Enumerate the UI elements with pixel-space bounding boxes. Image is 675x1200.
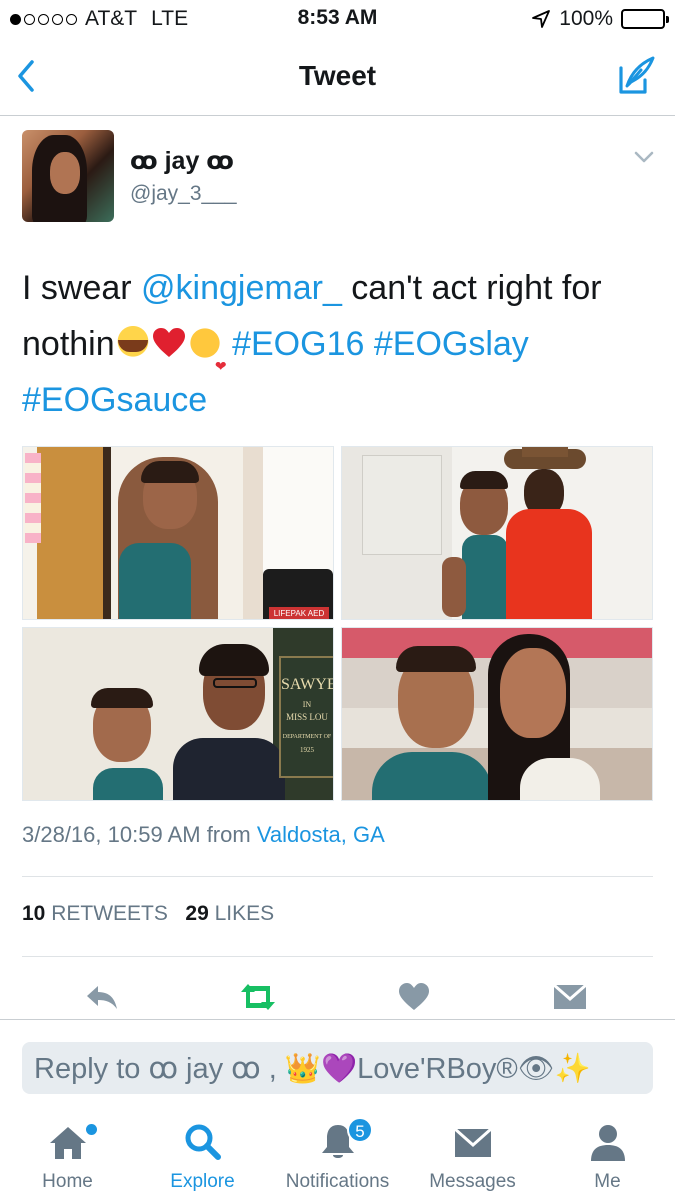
hashtag-link[interactable]: #EOGsauce xyxy=(22,381,207,419)
location-link[interactable]: Valdosta, GA xyxy=(257,822,385,847)
face-blowing-kiss-icon xyxy=(186,326,227,394)
mention-link[interactable]: @kingjemar_ xyxy=(141,269,342,307)
tab-label: Home xyxy=(42,1171,93,1192)
red-heart-icon xyxy=(152,328,185,357)
retweet-button[interactable] xyxy=(236,975,280,1019)
retweets-label: RETWEETS xyxy=(51,902,168,925)
user-handle[interactable]: @jay_3___ xyxy=(130,182,237,206)
tweet-photo-2[interactable] xyxy=(341,446,653,620)
avatar[interactable] xyxy=(22,130,114,222)
tweet-photo-3[interactable]: SAWYE IN MISS LOU DEPARTMENT OF 1925 xyxy=(22,627,334,801)
retweet-icon xyxy=(241,984,275,1010)
person-icon xyxy=(591,1125,625,1161)
tab-explore[interactable]: Explore xyxy=(135,1107,270,1200)
timestamp-text: 3/28/16, 10:59 AM from xyxy=(22,822,257,847)
reply-icon xyxy=(87,986,117,1009)
tab-notifications[interactable]: 5 Notifications xyxy=(270,1107,405,1200)
tab-messages[interactable]: Messages xyxy=(405,1107,540,1200)
plaque-line: 1925 xyxy=(300,746,314,754)
status-bar: AT&T LTE 8:53 AM 100% xyxy=(0,0,675,38)
tab-me[interactable]: Me xyxy=(540,1107,675,1200)
new-content-dot xyxy=(86,1124,97,1135)
hashtag-link[interactable]: #EOG16 xyxy=(232,325,364,363)
search-icon xyxy=(185,1124,221,1160)
retweets-count: 10 xyxy=(22,902,46,925)
location-arrow-icon xyxy=(532,10,551,28)
display-name[interactable]: ꝏ jay ꝏ xyxy=(130,146,234,176)
likes-stat[interactable]: 29 LIKES xyxy=(185,902,274,925)
likes-label: LIKES xyxy=(214,902,275,925)
status-right: 100% xyxy=(531,7,669,31)
envelope-icon xyxy=(553,983,587,1009)
tweet-text: I swear @kingjemar_ can't act right for … xyxy=(22,260,652,428)
home-icon xyxy=(50,1127,86,1159)
face-with-tears-of-joy-icon xyxy=(114,326,151,360)
tab-label: Me xyxy=(594,1171,621,1192)
tab-label: Notifications xyxy=(285,1171,390,1192)
tweet-photo-4[interactable] xyxy=(341,627,653,801)
compose-tweet-icon[interactable] xyxy=(615,54,657,96)
tweet-timestamp: 3/28/16, 10:59 AM from Valdosta, GA xyxy=(22,822,385,848)
tab-label: Messages xyxy=(429,1171,516,1192)
plaque: SAWYE IN MISS LOU DEPARTMENT OF 1925 xyxy=(279,656,334,778)
likes-count: 29 xyxy=(185,902,209,925)
tab-bar: Home Explore 5 Notifications Messages Me xyxy=(0,1107,675,1200)
envelope-icon xyxy=(454,1127,492,1157)
aed-label: LIFEPAK AED xyxy=(269,607,329,619)
tweet-actions xyxy=(0,975,675,1019)
reply-input[interactable]: Reply to ꝏ jay ꝏ , 👑💜Love'RBoy®👁✨ xyxy=(22,1042,653,1094)
reply-composer: Reply to ꝏ jay ꝏ , 👑💜Love'RBoy®👁✨ xyxy=(0,1019,675,1107)
like-button[interactable] xyxy=(392,975,436,1019)
chevron-down-icon[interactable] xyxy=(633,150,655,164)
tweet-photo-1[interactable]: LIFEPAK AED xyxy=(22,446,334,620)
divider xyxy=(22,956,653,957)
retweets-stat[interactable]: 10 RETWEETS xyxy=(22,902,168,925)
tweet-text-segment: I swear xyxy=(22,269,142,307)
notifications-badge: 5 xyxy=(347,1117,373,1143)
page-title: Tweet xyxy=(298,60,377,91)
plaque-line: MISS LOU xyxy=(286,712,328,722)
navigation-bar: Tweet xyxy=(0,38,675,116)
battery-percent: 100% xyxy=(559,7,613,30)
battery-icon xyxy=(621,9,669,29)
tab-label: Explore xyxy=(170,1171,235,1192)
divider xyxy=(22,876,653,877)
tab-home[interactable]: Home xyxy=(0,1107,135,1200)
heart-icon xyxy=(399,983,429,1010)
hashtag-link[interactable]: #EOGslay xyxy=(374,325,529,363)
tweet-stats: 10 RETWEETS 29 LIKES xyxy=(22,902,274,926)
plaque-line: IN xyxy=(302,700,312,709)
plaque-line: DEPARTMENT OF xyxy=(282,734,332,740)
reply-button[interactable] xyxy=(80,975,124,1019)
direct-message-button[interactable] xyxy=(548,975,592,1019)
plaque-line: SAWYE xyxy=(281,676,334,693)
